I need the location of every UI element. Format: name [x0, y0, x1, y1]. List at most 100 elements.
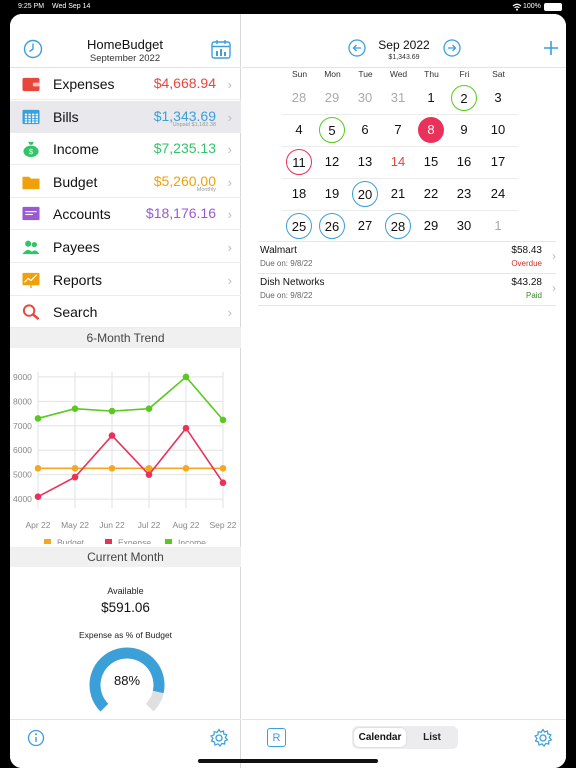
- calendar-day[interactable]: 1: [418, 85, 444, 111]
- data-point-expense: [34, 493, 42, 500]
- calendar-day[interactable]: 27: [352, 213, 378, 239]
- settings-gear-icon[interactable]: [208, 727, 230, 749]
- money-bag-icon: $: [23, 142, 39, 158]
- menu-item-search[interactable]: Search ›: [10, 296, 241, 329]
- app-window: HomeBudget September 2022 Expenses $4,668…: [10, 14, 566, 768]
- menu-item-expenses[interactable]: Expenses $4,668.94 ›: [10, 68, 241, 100]
- bill-status: Paid: [525, 291, 542, 300]
- calendar-day[interactable]: 25: [286, 213, 312, 239]
- legend-swatch: [44, 539, 51, 544]
- trend-section-header: 6-Month Trend: [10, 328, 241, 348]
- data-point-expense: [219, 479, 227, 487]
- calendar-day[interactable]: 14: [385, 149, 411, 175]
- next-month-icon[interactable]: [442, 38, 462, 58]
- legend-label: Income: [178, 538, 206, 545]
- menu-item-income[interactable]: $ Income $7,235.13 ›: [10, 133, 241, 166]
- gauge-value: 88%: [113, 673, 141, 688]
- calendar-day[interactable]: 3: [485, 85, 511, 111]
- calendar-day[interactable]: 1: [485, 213, 511, 239]
- bill-row[interactable]: Dish Networks Due on: 9/8/22 $43.28 Paid ›: [258, 274, 556, 306]
- battery-icon: [544, 3, 562, 11]
- calendar-day[interactable]: 31: [385, 85, 411, 111]
- current-month-header: Current Month: [10, 547, 241, 567]
- calendar-day[interactable]: 7: [385, 117, 411, 143]
- y-tick-label: 9000: [13, 372, 32, 382]
- weekday-label: Sun: [291, 69, 308, 79]
- clock-icon[interactable]: [22, 38, 44, 60]
- calendar-day[interactable]: 26: [319, 213, 345, 239]
- calendar-day[interactable]: 2: [451, 85, 477, 111]
- calendar-settings-gear-icon[interactable]: [532, 727, 554, 749]
- legend-label: Budget: [57, 538, 85, 545]
- accounts-icon: [22, 207, 40, 221]
- y-tick-label: 4000: [13, 494, 32, 504]
- menu-item-label: Reports: [53, 271, 103, 288]
- calendar-grid-icon: [22, 109, 40, 124]
- calendar-panel: Sep 2022 $1,343.69 Sun Mon Tue Wed Thu Fri Sat…: [242, 14, 566, 768]
- calendar-day[interactable]: 18: [286, 181, 312, 207]
- segment-calendar[interactable]: Calendar: [354, 728, 406, 747]
- calendar-day[interactable]: 24: [485, 181, 511, 207]
- calendar-day[interactable]: 30: [352, 85, 378, 111]
- recurring-button[interactable]: R: [267, 728, 286, 747]
- calendar-day[interactable]: 28: [385, 213, 411, 239]
- x-tick-label: Aug 22: [173, 520, 200, 530]
- calendar-day[interactable]: 9: [451, 117, 477, 143]
- menu-item-bills[interactable]: Bills $1,343.69 Unpaid $1,182.38 ›: [10, 100, 241, 133]
- calendar-day[interactable]: 6: [352, 117, 378, 143]
- menu-item-reports[interactable]: Reports ›: [10, 264, 241, 296]
- weekday-label: Sat: [492, 69, 505, 79]
- y-tick-label: 8000: [13, 396, 32, 406]
- calendar-day[interactable]: 29: [418, 213, 444, 239]
- data-point-budget: [34, 465, 42, 472]
- calendar-day[interactable]: 16: [451, 149, 477, 175]
- add-icon[interactable]: [542, 39, 560, 57]
- x-tick-label: May 22: [61, 520, 89, 530]
- menu-item-label: Accounts: [53, 206, 111, 223]
- menu-item-payees[interactable]: Payees ›: [10, 231, 241, 263]
- menu-item-budget[interactable]: Budget $5,260.00 Monthly ›: [10, 166, 241, 198]
- calendar-day[interactable]: 19: [319, 181, 345, 207]
- calendar-day[interactable]: 12: [319, 149, 345, 175]
- status-date: Wed Sep 14: [52, 3, 91, 10]
- bill-status: Overdue: [511, 259, 542, 268]
- calendar-day[interactable]: 29: [319, 85, 345, 111]
- menu-item-amount: $7,235.13: [153, 140, 216, 157]
- info-icon[interactable]: [26, 728, 46, 748]
- calendar-day[interactable]: 5: [319, 117, 345, 143]
- calendar-day[interactable]: 23: [451, 181, 477, 207]
- available-label: Available: [107, 586, 144, 596]
- series-line-expense: [37, 426, 224, 498]
- calendar-day[interactable]: 17: [485, 149, 511, 175]
- calendar-day[interactable]: 20: [352, 181, 378, 207]
- bottom-divider: [10, 719, 241, 720]
- chevron-right-icon: ›: [227, 305, 232, 321]
- chevron-right-icon: ›: [552, 249, 556, 263]
- calendar-day[interactable]: 22: [418, 181, 444, 207]
- calendar-day[interactable]: 21: [385, 181, 411, 207]
- calendar-day[interactable]: 11: [286, 149, 312, 175]
- segment-list[interactable]: List: [408, 728, 456, 747]
- people-icon: [22, 240, 40, 255]
- chevron-right-icon: ›: [227, 142, 232, 158]
- bill-row[interactable]: Walmart Due on: 9/8/22 $58.43 Overdue ›: [258, 242, 556, 274]
- menu-item-label: Income: [53, 141, 99, 158]
- y-tick-label: 6000: [13, 445, 32, 455]
- calendar-day[interactable]: 15: [418, 149, 444, 175]
- y-tick-label: 5000: [13, 470, 32, 480]
- calendar-month-title: Sep 2022: [378, 38, 430, 52]
- calendar-chart-icon[interactable]: [209, 38, 233, 60]
- calendar-day[interactable]: 28: [286, 85, 312, 111]
- calendar-row-divider: [282, 210, 518, 211]
- calendar-day[interactable]: 10: [485, 117, 511, 143]
- calendar-day[interactable]: 30: [451, 213, 477, 239]
- data-point-expense: [182, 424, 190, 432]
- menu-item-accounts[interactable]: Accounts $18,176.16 ›: [10, 198, 241, 231]
- data-point-income: [71, 405, 79, 412]
- calendar-day[interactable]: 4: [286, 117, 312, 143]
- legend-swatch: [105, 539, 112, 544]
- menu-item-label: Budget: [53, 173, 98, 190]
- calendar-day[interactable]: 13: [352, 149, 378, 175]
- calendar-day[interactable]: 8: [418, 117, 444, 143]
- chevron-right-icon: ›: [227, 174, 232, 190]
